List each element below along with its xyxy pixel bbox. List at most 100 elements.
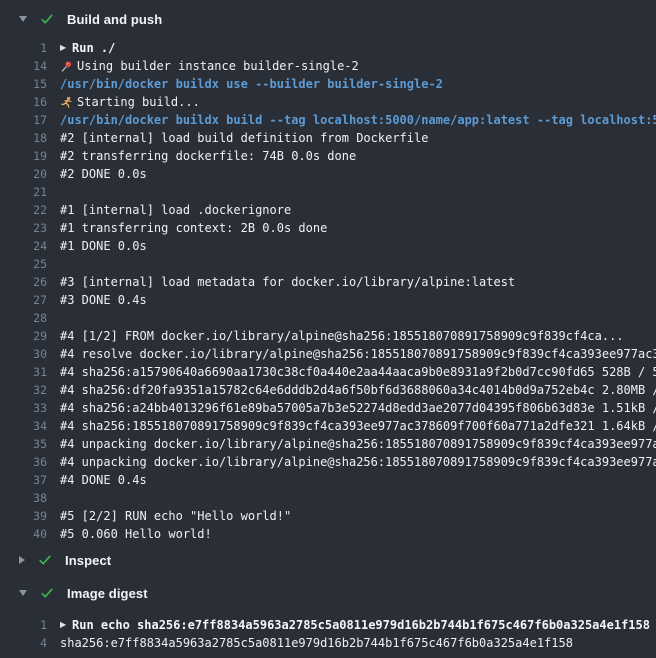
line-number[interactable]: 38 — [0, 489, 47, 507]
info-text: Using builder instance builder-single-2 — [77, 57, 359, 75]
log-text: #4 sha256:a24bb4013296f61e89ba57005a7b3e… — [60, 399, 656, 417]
step-section-inspect: Inspect — [0, 543, 656, 577]
step-section-image-digest: Image digest 1 ▶Run echo sha256:e7ff8834a… — [0, 577, 656, 652]
log-line: 21 — [0, 183, 656, 201]
runner-icon — [60, 96, 73, 109]
chevron-right-icon — [19, 556, 25, 564]
log-line: 20#2 DONE 0.0s — [0, 165, 656, 183]
line-number[interactable]: 24 — [0, 237, 47, 255]
line-number[interactable]: 35 — [0, 435, 47, 453]
line-number[interactable]: 16 — [0, 93, 47, 111]
log-line: 19 #2 transferring dockerfile: 74B 0.0s d… — [0, 147, 656, 165]
log-text: /usr/bin/docker buildx build --tag local… — [60, 111, 656, 129]
log-line: 16 Starting build... — [0, 93, 656, 111]
log-text: #4 unpacking docker.io/library/alpine@sh… — [60, 453, 656, 471]
run-command-text: Run echo sha256:e7ff8834a5963a2785c5a081… — [72, 616, 650, 634]
chevron-down-icon — [19, 16, 27, 22]
log-text: #5 0.060 Hello world! — [60, 525, 212, 543]
expand-log-group-icon[interactable]: ▶ — [60, 39, 72, 57]
log-text: #4 unpacking docker.io/library/alpine@sh… — [60, 435, 656, 453]
line-number[interactable]: 23 — [0, 219, 47, 237]
step-header-inspect[interactable]: Inspect — [0, 543, 656, 577]
log-text: #4 sha256:df20fa9351a15782c64e6dddb2d4a6… — [60, 381, 656, 399]
line-number[interactable]: 32 — [0, 381, 47, 399]
line-number[interactable]: 22 — [0, 201, 47, 219]
log-text: #4 resolve docker.io/library/alpine@sha2… — [60, 345, 656, 363]
log-line: 28 — [0, 309, 656, 327]
line-number[interactable]: 14 — [0, 57, 47, 75]
log-text: Starting build... — [60, 93, 200, 111]
line-number[interactable]: 40 — [0, 525, 47, 543]
log-text: #4 sha256:a15790640a6690aa1730c38cf0a440… — [60, 363, 656, 381]
line-number[interactable]: 30 — [0, 345, 47, 363]
log-text: #5 [2/2] RUN echo "Hello world!" — [60, 507, 291, 525]
log-lines-image-digest: 1 ▶Run echo sha256:e7ff8834a5963a2785c5a0… — [0, 609, 656, 652]
log-text: ▶Run echo sha256:e7ff8834a5963a2785c5a08… — [60, 616, 650, 634]
log-line: 40 #5 0.060 Hello world! — [0, 525, 656, 543]
log-line: 18 #2 [internal] load build definition fr… — [0, 129, 656, 147]
pushpin-icon — [60, 60, 73, 73]
log-line: 32 #4 sha256:df20fa9351a15782c64e6dddb2d4… — [0, 381, 656, 399]
log-text: #3 DONE 0.4s — [60, 291, 147, 309]
success-check-icon — [40, 586, 54, 600]
success-check-icon-slot — [40, 586, 54, 600]
log-text: #4 [1/2] FROM docker.io/library/alpine@s… — [60, 327, 624, 345]
step-title: Image digest — [67, 586, 148, 601]
log-line: 1 ▶Run ./ — [0, 39, 656, 57]
line-number[interactable]: 20 — [0, 165, 47, 183]
success-check-icon-slot — [38, 553, 52, 567]
line-number[interactable]: 29 — [0, 327, 47, 345]
log-line: 1 ▶Run echo sha256:e7ff8834a5963a2785c5a0… — [0, 616, 656, 634]
line-number[interactable]: 1 — [0, 39, 47, 57]
log-line: 14 Using builder instance builder-single… — [0, 57, 656, 75]
step-title: Inspect — [65, 553, 111, 568]
line-number[interactable]: 31 — [0, 363, 47, 381]
log-line: 38 — [0, 489, 656, 507]
log-text: #4 sha256:185518070891758909c9f839cf4ca3… — [60, 417, 656, 435]
log-line: 22 #1 [internal] load .dockerignore — [0, 201, 656, 219]
log-line: 24#1 DONE 0.0s — [0, 237, 656, 255]
line-number[interactable]: 36 — [0, 453, 47, 471]
step-header-build-and-push[interactable]: Build and push — [0, 0, 656, 38]
line-number[interactable]: 34 — [0, 417, 47, 435]
line-number[interactable]: 19 — [0, 147, 47, 165]
log-text: Using builder instance builder-single-2 — [60, 57, 359, 75]
line-number[interactable]: 27 — [0, 291, 47, 309]
line-number[interactable]: 21 — [0, 183, 47, 201]
line-number[interactable]: 26 — [0, 273, 47, 291]
line-number[interactable]: 33 — [0, 399, 47, 417]
expand-log-group-icon[interactable]: ▶ — [60, 616, 72, 634]
chevron-down-icon — [19, 590, 27, 596]
log-line: 26#3 [internal] load metadata for docker… — [0, 273, 656, 291]
line-number[interactable]: 17 — [0, 111, 47, 129]
line-number[interactable]: 1 — [0, 616, 47, 634]
github-actions-log: Build and push 1▶Run ./14 Using builder … — [0, 0, 656, 658]
step-header-image-digest[interactable]: Image digest — [0, 577, 656, 609]
info-text: Starting build... — [77, 93, 200, 111]
line-number[interactable]: 28 — [0, 309, 47, 327]
log-text: #4 DONE 0.4s — [60, 471, 147, 489]
line-number[interactable]: 39 — [0, 507, 47, 525]
run-command-text: Run ./ — [72, 39, 115, 57]
success-check-icon — [38, 553, 52, 567]
log-line: 33 #4 sha256:a24bb4013296f61e89ba57005a7b… — [0, 399, 656, 417]
log-line: 35 #4 unpacking docker.io/library/alpine@… — [0, 435, 656, 453]
log-text: sha256:e7ff8834a5963a2785c5a0811e979d16b… — [60, 634, 573, 652]
log-line: 15/usr/bin/docker buildx use --builder b… — [0, 75, 656, 93]
line-number[interactable]: 15 — [0, 75, 47, 93]
log-text: #1 transferring context: 2B 0.0s done — [60, 219, 327, 237]
log-line: 4 sha256:e7ff8834a5963a2785c5a0811e979d16… — [0, 634, 656, 652]
log-line: 30 #4 resolve docker.io/library/alpine@sh… — [0, 345, 656, 363]
line-number[interactable]: 25 — [0, 255, 47, 273]
line-number[interactable]: 18 — [0, 129, 47, 147]
log-text: #2 [internal] load build definition from… — [60, 129, 428, 147]
log-text: ▶Run ./ — [60, 39, 115, 57]
line-number[interactable]: 37 — [0, 471, 47, 489]
log-text: #1 [internal] load .dockerignore — [60, 201, 291, 219]
log-line: 17/usr/bin/docker buildx build --tag loc… — [0, 111, 656, 129]
log-text: #2 transferring dockerfile: 74B 0.0s don… — [60, 147, 356, 165]
log-line: 23 #1 transferring context: 2B 0.0s done — [0, 219, 656, 237]
success-check-icon — [40, 12, 54, 26]
line-number[interactable]: 4 — [0, 634, 47, 652]
log-line: 39 #5 [2/2] RUN echo "Hello world!" — [0, 507, 656, 525]
